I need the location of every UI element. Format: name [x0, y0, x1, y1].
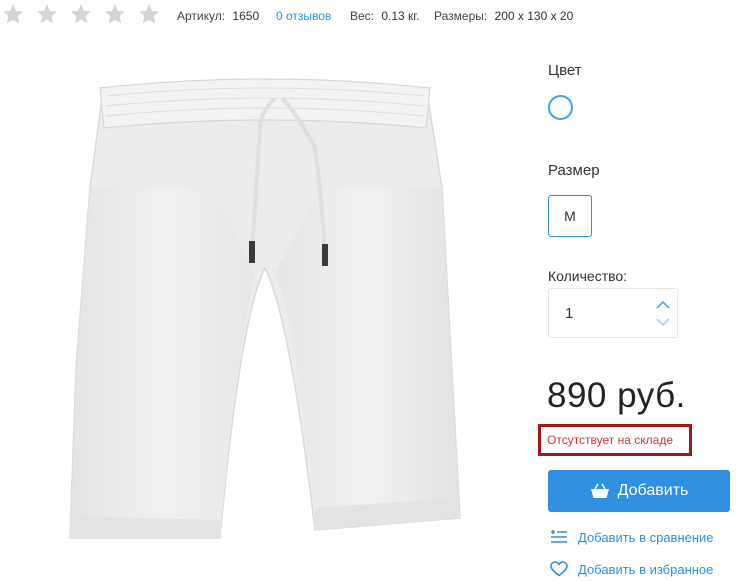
heart-icon — [550, 561, 568, 577]
dimensions-value: 200 x 130 x 20 — [494, 9, 574, 23]
reviews-link[interactable]: 0 отзывов — [276, 9, 331, 23]
color-label: Цвет — [548, 62, 582, 79]
quantity-stepper[interactable]: 1 — [548, 288, 678, 338]
favorite-link-label[interactable]: Добавить в избранное — [578, 562, 713, 577]
article-info: Артикул: 1650 — [177, 9, 259, 23]
product-price: 890 руб. — [547, 376, 686, 415]
color-swatch-white[interactable] — [548, 95, 573, 120]
add-to-favorites-link[interactable]: Добавить в избранное — [550, 561, 713, 577]
dimensions-label: Размеры: — [434, 9, 488, 23]
basket-icon — [590, 483, 609, 498]
weight-value: 0.13 кг. — [381, 9, 420, 23]
star-icon[interactable] — [102, 2, 128, 26]
star-icon[interactable] — [34, 2, 60, 26]
size-label: Размер — [548, 162, 600, 179]
star-icon[interactable] — [0, 2, 26, 26]
add-to-compare-link[interactable]: Добавить в сравнение — [550, 529, 714, 545]
product-meta-row: Артикул: 1650 0 отзывов Вес: 0.13 кг. Ра… — [0, 0, 740, 32]
quantity-value[interactable]: 1 — [565, 305, 573, 322]
add-button-label: Добавить — [617, 482, 689, 499]
dimensions-info: Размеры: 200 x 130 x 20 — [434, 9, 573, 23]
article-label: Артикул: — [177, 9, 226, 23]
rating-stars[interactable] — [0, 2, 162, 26]
article-value: 1650 — [232, 9, 260, 23]
chevron-down-icon[interactable] — [655, 316, 671, 328]
stock-status-badge: Отсутствует на складе — [538, 424, 692, 456]
weight-info: Вес: 0.13 кг. — [350, 9, 420, 23]
size-option-m[interactable]: M — [548, 195, 592, 237]
compare-icon — [551, 530, 567, 543]
compare-link-label[interactable]: Добавить в сравнение — [578, 530, 714, 545]
white-shorts-image[interactable] — [60, 68, 470, 558]
star-icon[interactable] — [136, 2, 162, 26]
weight-label: Вес: — [350, 9, 375, 23]
chevron-up-icon[interactable] — [655, 299, 671, 311]
quantity-label: Количество: — [548, 268, 628, 284]
star-icon[interactable] — [68, 2, 94, 26]
add-to-cart-button[interactable]: Добавить — [548, 470, 730, 512]
